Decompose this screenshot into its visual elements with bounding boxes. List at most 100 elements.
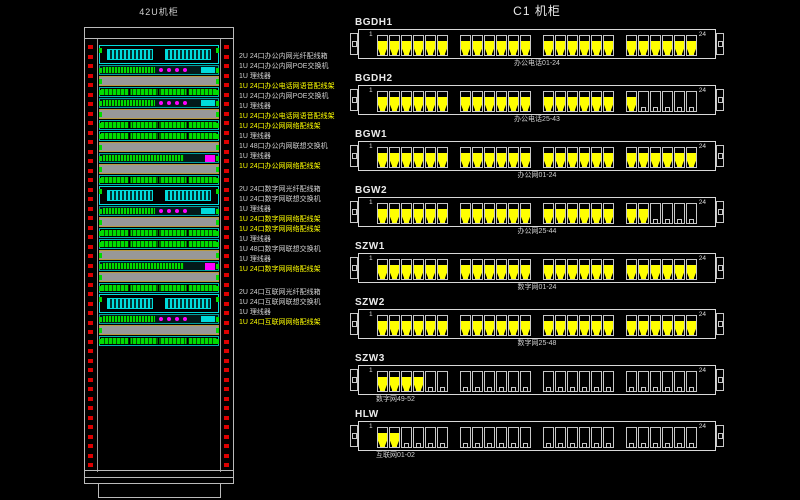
- rj45-port-used: [496, 259, 507, 280]
- fiber-port-group: [165, 49, 211, 60]
- rj45-port-used: [508, 147, 519, 168]
- panel-caption: 办公网01-24: [350, 171, 724, 181]
- port-group: [543, 35, 614, 56]
- port-group: [460, 371, 531, 392]
- port-group: [377, 35, 448, 56]
- rack-device-green: [99, 131, 219, 141]
- cage-nut-marker: [224, 444, 229, 448]
- panel-label: SZW1: [350, 241, 724, 253]
- mounting-ear-left: [350, 201, 358, 223]
- rack-top-beam: [85, 38, 233, 39]
- legend-line: 1U 24口办公电话网语音配线架: [239, 82, 355, 92]
- port-group: [377, 315, 448, 336]
- port-group: [626, 427, 697, 448]
- patch-port-strip: [101, 177, 217, 183]
- rack-device-green: [99, 283, 219, 293]
- cage-nut-marker: [88, 169, 93, 173]
- cage-nut-marker: [88, 273, 93, 277]
- rack-rail-left: [85, 39, 98, 472]
- panel-label: HLW: [350, 409, 724, 421]
- cage-nut-marker: [224, 188, 229, 192]
- port-row: [377, 315, 697, 336]
- mounting-ear-right: [716, 369, 724, 391]
- rj45-port-used: [377, 203, 388, 224]
- rj45-port-used: [508, 315, 519, 336]
- panel-block: HLW124互联网01-02: [350, 409, 724, 461]
- port-group: [543, 147, 614, 168]
- rj45-port-used: [662, 259, 673, 280]
- cage-nut-marker: [88, 216, 93, 220]
- mounting-ear-left: [350, 145, 358, 167]
- switch-led-indicator: [167, 209, 171, 213]
- rj45-port-used: [555, 315, 566, 336]
- rj45-port-used: [626, 259, 637, 280]
- rj45-port-empty: [460, 427, 471, 448]
- patch-port-strip: [101, 122, 217, 128]
- port-number-first: 1: [369, 143, 373, 150]
- patch-panel: 124: [350, 365, 724, 395]
- rj45-port-used: [389, 371, 400, 392]
- rj45-port-used: [437, 203, 448, 224]
- patch-port-strip: [101, 285, 217, 291]
- rack-device-switch: [99, 98, 219, 108]
- rj45-port-used: [484, 203, 495, 224]
- port-row: [377, 371, 697, 392]
- rj45-port-used: [425, 315, 436, 336]
- port-group: [543, 371, 614, 392]
- port-group: [543, 427, 614, 448]
- cage-nut-marker: [88, 321, 93, 325]
- mounting-ear-right: [716, 313, 724, 335]
- rj45-port-used: [650, 259, 661, 280]
- legend-line: 1U 24口数字网网络配线架: [239, 215, 355, 225]
- port-group: [460, 147, 531, 168]
- rack-bottom-beam: [85, 470, 233, 478]
- cage-nut-marker: [88, 55, 93, 59]
- rack-rail-right: [220, 39, 233, 472]
- port-group: [377, 259, 448, 280]
- rack-device-manager: [99, 325, 219, 335]
- panel-label: BGDH2: [350, 73, 724, 85]
- port-group: [626, 91, 697, 112]
- cage-nut-marker: [224, 378, 229, 382]
- fiber-port-group: [165, 298, 211, 309]
- port-group: [460, 315, 531, 336]
- rj45-port-empty: [650, 427, 661, 448]
- cage-nut-marker: [88, 302, 93, 306]
- cage-nut-marker: [224, 150, 229, 154]
- rj45-port-empty: [543, 427, 554, 448]
- rj45-port-used: [567, 203, 578, 224]
- legend-line: 1U 理线器: [239, 102, 355, 112]
- switch-led-indicator: [159, 209, 163, 213]
- rj45-port-used: [543, 35, 554, 56]
- cage-nut-marker: [224, 64, 229, 68]
- rj45-port-used: [508, 35, 519, 56]
- rj45-port-used: [603, 203, 614, 224]
- cage-nut-marker: [88, 93, 93, 97]
- rj45-port-empty: [555, 371, 566, 392]
- patch-panel: 124: [350, 29, 724, 59]
- legend-line: 2U 24口办公内网光纤配线箱: [239, 52, 355, 62]
- mounting-ear-right: [716, 201, 724, 223]
- cage-nut-marker: [88, 292, 93, 296]
- cage-nut-marker: [224, 159, 229, 163]
- panel-body: 1 24: [358, 197, 716, 227]
- cage-nut-marker: [88, 387, 93, 391]
- rj45-port-empty: [638, 427, 649, 448]
- cage-nut-marker: [88, 207, 93, 211]
- rj45-port-used: [555, 35, 566, 56]
- legend-line: 1U 理线器: [239, 152, 355, 162]
- switch-uplink-module: [205, 263, 215, 270]
- rj45-port-empty: [650, 91, 661, 112]
- rj45-port-empty: [591, 371, 602, 392]
- switch-led-indicator: [183, 317, 187, 321]
- rj45-port-used: [674, 315, 685, 336]
- port-group: [626, 371, 697, 392]
- port-number-last: 24: [699, 199, 706, 206]
- rj45-port-empty: [413, 427, 424, 448]
- rj45-port-empty: [626, 371, 637, 392]
- port-number-last: 24: [699, 367, 706, 374]
- port-number-first: 1: [369, 199, 373, 206]
- legend-line: 2U 24口数字网光纤配线箱: [239, 185, 355, 195]
- cage-nut-marker: [88, 131, 93, 135]
- cage-nut-marker: [88, 359, 93, 363]
